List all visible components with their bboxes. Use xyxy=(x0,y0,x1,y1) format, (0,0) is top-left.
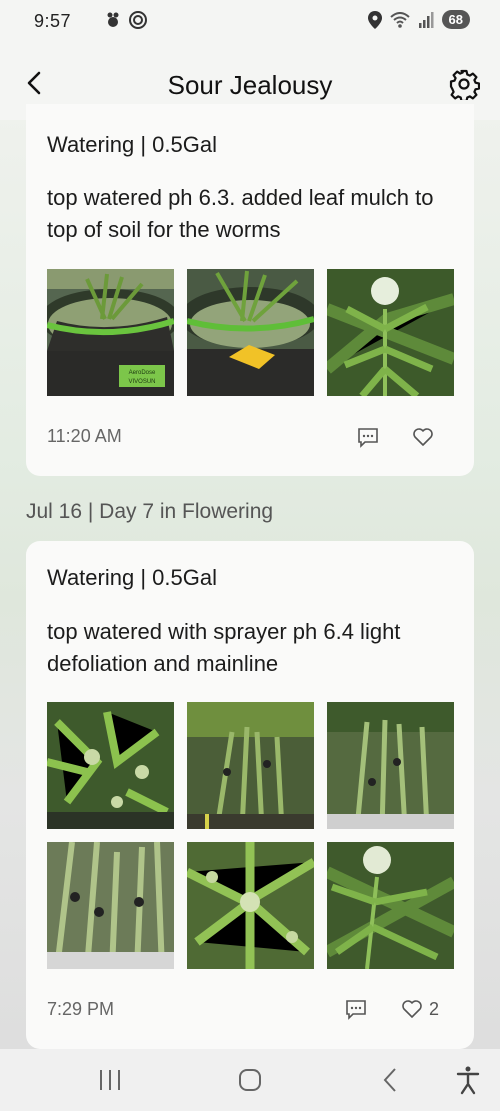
entry-type: Watering | 0.5Gal xyxy=(47,565,217,590)
entry-time: 11:20 AM xyxy=(47,426,122,446)
entry-photo[interactable] xyxy=(47,702,174,829)
page-title: Sour Jealousy xyxy=(167,70,333,100)
nav-back-icon[interactable] xyxy=(370,1063,410,1097)
notification-icon xyxy=(107,12,119,27)
entry-photo[interactable] xyxy=(187,269,314,396)
entry-photo[interactable] xyxy=(327,269,454,396)
wifi-icon xyxy=(389,11,410,28)
home-icon[interactable] xyxy=(230,1063,270,1097)
entry-type: Watering | 0.5Gal xyxy=(47,132,217,157)
status-time: 9:57 xyxy=(34,11,72,31)
comment-icon xyxy=(346,1000,366,1020)
journal-entry-card[interactable]: Watering | 0.5Gal top watered ph 6.3. ad… xyxy=(26,104,474,476)
system-nav-bar xyxy=(0,1049,500,1111)
like-button[interactable] xyxy=(412,426,434,448)
heart-icon xyxy=(413,428,433,446)
day-header: Jul 16 | Day 7 in Flowering xyxy=(26,500,274,523)
entry-note: top watered with sprayer ph 6.4 light de… xyxy=(47,619,401,676)
battery-indicator: 68 xyxy=(441,10,470,29)
entry-photo[interactable] xyxy=(187,702,314,829)
gear-icon[interactable] xyxy=(448,68,480,100)
recents-icon[interactable] xyxy=(90,1063,130,1097)
comment-button[interactable] xyxy=(357,426,379,448)
entry-photo[interactable]: AeroDose VIVOSUN xyxy=(47,269,174,396)
like-button[interactable]: 2 xyxy=(401,998,439,1020)
comment-button[interactable] xyxy=(345,998,367,1020)
journal-entry-card[interactable]: Watering | 0.5Gal top watered with spray… xyxy=(26,541,474,1049)
entry-photo[interactable] xyxy=(327,702,454,829)
pot-brand-label: AeroDose xyxy=(129,370,156,376)
signal-icon xyxy=(418,11,434,28)
pot-brand-label-2: VIVOSUN xyxy=(128,379,155,385)
entry-time: 7:29 PM xyxy=(47,999,115,1019)
heart-icon xyxy=(402,1000,422,1018)
entry-photo[interactable] xyxy=(47,842,174,969)
location-icon xyxy=(367,10,382,29)
like-count: 2 xyxy=(429,998,440,1019)
entry-photo[interactable] xyxy=(187,842,314,969)
sync-icon xyxy=(129,11,147,29)
entry-note: top watered ph 6.3. added leaf mulch to … xyxy=(47,185,434,242)
status-bar: 9:57 68 xyxy=(0,0,500,44)
comment-icon xyxy=(358,428,378,448)
accessibility-icon[interactable] xyxy=(448,1063,488,1097)
entry-photo[interactable] xyxy=(327,842,454,969)
